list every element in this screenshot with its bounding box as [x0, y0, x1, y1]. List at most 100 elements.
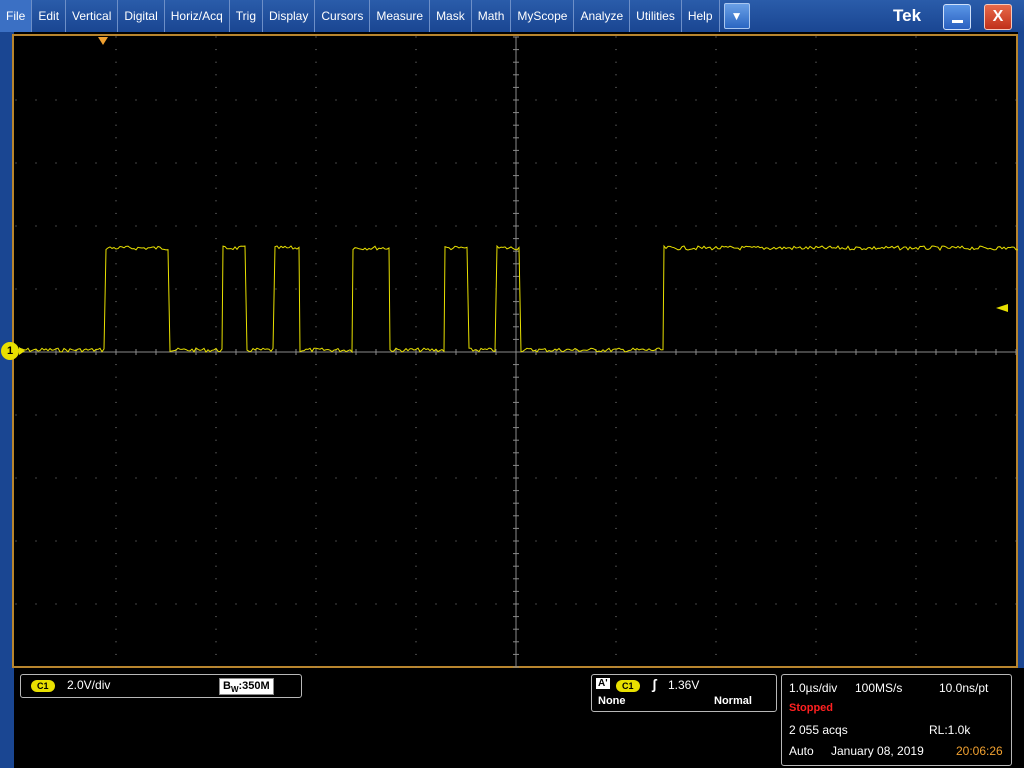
grid-dot: [315, 641, 317, 643]
grid-dot: [135, 162, 137, 164]
grid-dot: [415, 212, 417, 214]
grid-dot: [455, 225, 457, 227]
grid-dot: [615, 578, 617, 580]
grid-dot: [35, 99, 37, 101]
grid-dot: [675, 414, 677, 416]
grid-dot: [715, 162, 717, 164]
grid-dot: [475, 603, 477, 605]
grid-dot: [315, 162, 317, 164]
grid-dot: [135, 540, 137, 542]
grid-dot: [895, 99, 897, 101]
grid-dot: [635, 540, 637, 542]
menu-item-horiz-acq[interactable]: Horiz/Acq: [165, 0, 230, 32]
grid-dot: [415, 338, 417, 340]
grid-dot: [315, 578, 317, 580]
menu-item-myscope[interactable]: MyScope: [511, 0, 575, 32]
grid-dot: [115, 288, 117, 290]
menu-item-math[interactable]: Math: [472, 0, 512, 32]
close-button[interactable]: X: [984, 4, 1012, 30]
grid-dot: [55, 540, 57, 542]
grid-dot: [215, 263, 217, 265]
grid-dot: [315, 238, 317, 240]
grid-dot: [755, 99, 757, 101]
grid-dot: [415, 565, 417, 567]
grid-dot: [235, 225, 237, 227]
grid-dot: [155, 603, 157, 605]
grid-dot: [175, 162, 177, 164]
waveform-display[interactable]: [12, 34, 1018, 668]
grid-dot: [375, 162, 377, 164]
grid-dot: [175, 288, 177, 290]
menu-item-measure[interactable]: Measure: [370, 0, 431, 32]
grid-dot: [715, 288, 717, 290]
grid-dot: [875, 414, 877, 416]
menu-item-utilities[interactable]: Utilities: [630, 0, 682, 32]
grid-dot: [215, 553, 217, 555]
grid-dot: [815, 250, 817, 252]
grid-dot: [615, 553, 617, 555]
grid-dot: [215, 502, 217, 504]
grid-dot: [315, 389, 317, 391]
menu-dropdown-button[interactable]: ▼: [723, 3, 750, 29]
grid-dot: [415, 477, 417, 479]
grid-dot: [975, 288, 977, 290]
grid-dot: [255, 414, 257, 416]
grid-dot: [555, 99, 557, 101]
grid-dot: [435, 99, 437, 101]
grid-dot: [915, 628, 917, 630]
menu-item-edit[interactable]: Edit: [32, 0, 67, 32]
grid-dot: [915, 338, 917, 340]
grid-dot: [675, 225, 677, 227]
minimize-button[interactable]: [943, 4, 971, 30]
grid-dot: [575, 225, 577, 227]
grid-dot: [315, 540, 317, 542]
grid-dot: [375, 414, 377, 416]
grid-dot: [715, 527, 717, 529]
grid-dot: [815, 603, 817, 605]
grid-dot: [815, 301, 817, 303]
grid-dot: [115, 338, 117, 340]
trigger-readout-box[interactable]: A' C1 ʃ 1.36V None Normal: [591, 674, 777, 712]
grid-dot: [615, 288, 617, 290]
grid-dot: [155, 288, 157, 290]
brand-logo: Tek: [893, 6, 922, 25]
grid-dot: [415, 200, 417, 202]
channel1-ground-marker[interactable]: 1: [1, 342, 19, 360]
grid-dot: [315, 490, 317, 492]
menu-item-mask[interactable]: Mask: [430, 0, 472, 32]
grid-dot: [415, 401, 417, 403]
grid-dot: [715, 364, 717, 366]
channel1-readout-box[interactable]: C1 2.0V/div BW:350M: [20, 674, 302, 698]
grid-dot: [655, 288, 657, 290]
grid-dot: [195, 288, 197, 290]
grid-dot: [615, 112, 617, 114]
timebase: 1.0µs/div: [789, 681, 838, 695]
grid-dot: [1015, 540, 1017, 542]
grid-dot: [935, 225, 937, 227]
grid-dot: [635, 477, 637, 479]
menu-item-display[interactable]: Display: [263, 0, 316, 32]
grid-dot: [115, 364, 117, 366]
grid-dot: [915, 464, 917, 466]
grid-dot: [475, 414, 477, 416]
grid-dot: [395, 540, 397, 542]
menu-item-trig[interactable]: Trig: [230, 0, 263, 32]
menu-item-cursors[interactable]: Cursors: [315, 0, 371, 32]
menu-item-help[interactable]: Help: [682, 0, 720, 32]
grid-dot: [595, 162, 597, 164]
menu-item-analyze[interactable]: Analyze: [574, 0, 631, 32]
grid-dot: [715, 225, 717, 227]
acquisition-readout-box[interactable]: 1.0µs/div 100MS/s 10.0ns/pt Stopped 2 05…: [781, 674, 1012, 766]
grid-dot: [115, 212, 117, 214]
menu-item-file[interactable]: File: [0, 0, 33, 32]
grid-dot: [315, 36, 317, 38]
trigger-source-badge: C1: [616, 680, 640, 692]
grid-dot: [715, 553, 717, 555]
sample-rate: 100MS/s: [855, 681, 903, 695]
grid-dot: [175, 225, 177, 227]
grid-dot: [315, 326, 317, 328]
right-frame-strip: [1018, 32, 1024, 672]
grid-dot: [735, 288, 737, 290]
menu-item-digital[interactable]: Digital: [118, 0, 165, 32]
menu-item-vertical[interactable]: Vertical: [66, 0, 119, 32]
